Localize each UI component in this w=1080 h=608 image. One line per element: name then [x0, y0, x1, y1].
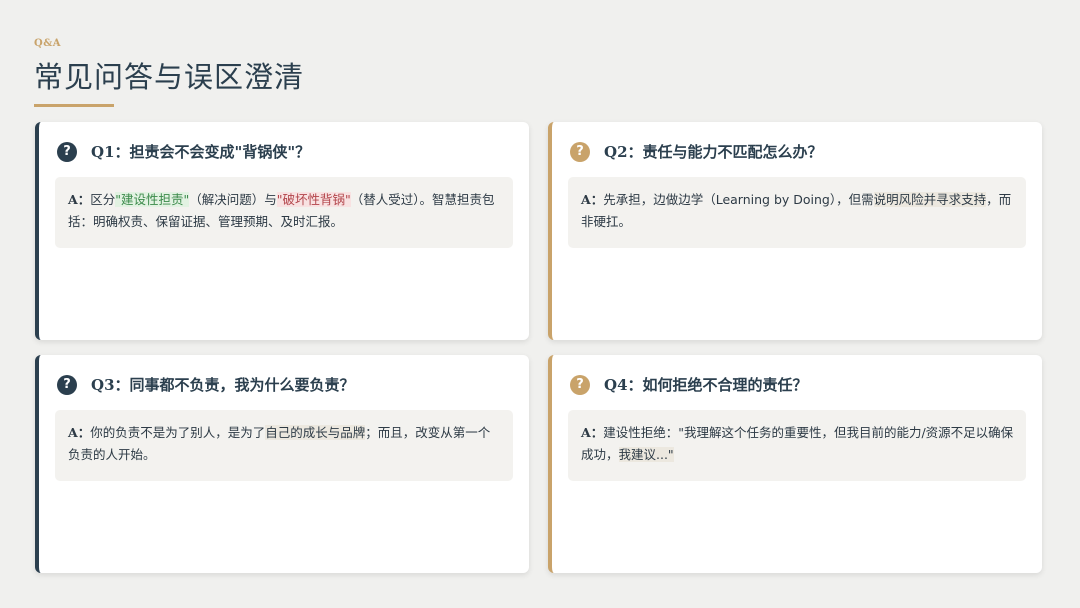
question-header: ? Q2：责任与能力不匹配怎么办？	[570, 141, 823, 162]
question-circle-icon: ?	[570, 141, 590, 162]
qa-card-4: ? Q4：如何拒绝不合理的责任？ A：建设性拒绝："我理解这个任务的重要性，但我…	[548, 355, 1042, 573]
title-underline	[34, 104, 114, 107]
answer-text: 区分	[90, 192, 116, 207]
highlight-destructive: "破坏性背锅"	[276, 192, 351, 207]
question-header: ? Q3：同事都不负责，我为什么要负责？	[57, 374, 355, 395]
question-text: Q1：担责会不会变成"背锅侠"？	[91, 143, 311, 161]
question-text: Q4：如何拒绝不合理的责任？	[604, 376, 808, 394]
question-text: Q3：同事都不负责，我为什么要负责？	[91, 376, 355, 394]
answer-box: A：建设性拒绝："我理解这个任务的重要性，但我目前的能力/资源不足以确保成功，我…	[568, 410, 1026, 481]
page-title: 常见问答与误区澄清	[34, 60, 305, 94]
answer-label: A：	[581, 192, 604, 207]
highlight-phrase: 说明风险并寻求支持	[873, 192, 987, 207]
answer-text: （解决问题）与	[189, 192, 277, 207]
highlight-constructive: "建设性担责"	[115, 192, 190, 207]
answer-text: 先承担，边做边学（Learning by Doing），但需	[603, 192, 874, 207]
answer-text: 你的负责不是为了别人，是为了	[90, 425, 266, 440]
question-circle-icon: ?	[570, 374, 590, 395]
qa-card-3: ? Q3：同事都不负责，我为什么要负责？ A：你的负责不是为了别人，是为了自己的…	[35, 355, 529, 573]
section-kicker: Q&A	[34, 38, 61, 49]
question-header: ? Q1：担责会不会变成"背锅侠"？	[57, 141, 310, 162]
highlight-phrase: 我建议..."	[618, 447, 674, 462]
answer-box: A：先承担，边做边学（Learning by Doing），但需说明风险并寻求支…	[568, 177, 1026, 248]
question-circle-icon: ?	[57, 374, 77, 395]
answer-label: A：	[68, 192, 91, 207]
highlight-phrase: 自己的成长与品牌	[265, 425, 366, 440]
question-circle-icon: ?	[57, 141, 77, 162]
answer-box: A：你的负责不是为了别人，是为了自己的成长与品牌；而且，改变从第一个负责的人开始…	[55, 410, 513, 481]
answer-label: A：	[581, 425, 604, 440]
answer-label: A：	[68, 425, 91, 440]
answer-box: A：区分"建设性担责"（解决问题）与"破坏性背锅"（替人受过）。智慧担责包括：明…	[55, 177, 513, 248]
qa-card-2: ? Q2：责任与能力不匹配怎么办？ A：先承担，边做边学（Learning by…	[548, 122, 1042, 340]
qa-card-1: ? Q1：担责会不会变成"背锅侠"？ A：区分"建设性担责"（解决问题）与"破坏…	[35, 122, 529, 340]
question-header: ? Q4：如何拒绝不合理的责任？	[570, 374, 808, 395]
question-text: Q2：责任与能力不匹配怎么办？	[604, 143, 823, 161]
